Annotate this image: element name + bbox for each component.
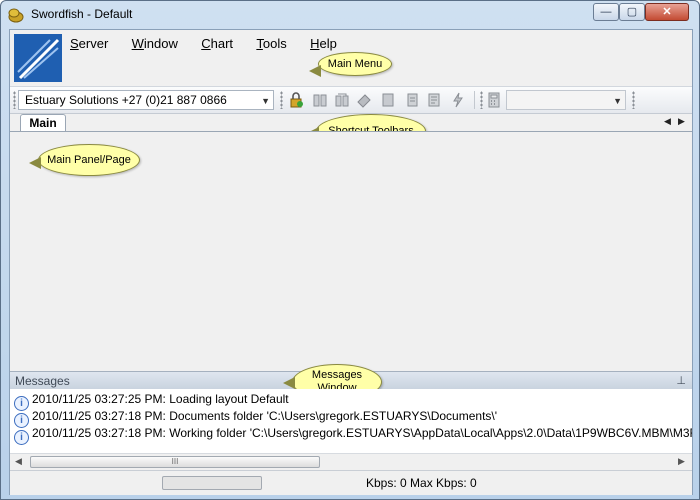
server-select[interactable]: Estuary Solutions +27 (0)21 887 0866 ▼	[18, 90, 274, 110]
document-icon[interactable]	[380, 92, 396, 108]
lock-icon[interactable]	[288, 92, 304, 108]
main-menu-bar: Server Window Chart Tools Help	[70, 36, 357, 56]
swordfish-logo	[14, 34, 62, 82]
shortcut-toolbar: Estuary Solutions +27 (0)21 887 0866 ▼ ▼	[10, 86, 692, 114]
book-stack-icon[interactable]	[334, 92, 350, 108]
tab-main[interactable]: Main	[20, 114, 66, 132]
maximize-button[interactable]: ▢	[619, 3, 645, 21]
secondary-select[interactable]: ▼	[506, 90, 626, 110]
toolbar-grip[interactable]	[13, 91, 16, 109]
list-item: i 2010/11/25 03:27:18 PM: Documents folde…	[14, 408, 497, 428]
swordfish-app-icon	[8, 8, 24, 23]
calculator-icon[interactable]	[486, 92, 502, 108]
menu-tools[interactable]: Tools	[256, 36, 286, 51]
progress-bar	[162, 476, 262, 490]
app-window: Swordfish - Default — ▢ ✕ Server Window …	[0, 0, 700, 500]
callout-main-menu: Main Menu	[309, 52, 392, 77]
menu-server[interactable]: Server	[70, 36, 108, 51]
list-item: i 2010/11/25 03:27:25 PM: Loading layout …	[14, 391, 289, 411]
callout-main-panel: Main Panel/Page	[29, 144, 140, 176]
status-bar: Kbps: 0 Max Kbps: 0	[10, 470, 692, 495]
tab-scroll-left-icon[interactable]: ◀	[664, 116, 671, 127]
toolbar-separator	[474, 91, 475, 109]
menu-chart[interactable]: Chart	[201, 36, 233, 51]
toolbar-grip[interactable]	[632, 91, 635, 109]
chevron-down-icon: ▼	[613, 96, 622, 106]
toolbar-grip[interactable]	[480, 91, 483, 109]
scroll-right-icon[interactable]: ▶	[678, 456, 685, 467]
eraser-icon[interactable]	[356, 92, 372, 108]
client-area: Server Window Chart Tools Help Main Menu…	[9, 29, 693, 495]
scrollbar-thumb[interactable]: III	[30, 456, 320, 468]
list-item: i 2010/11/25 03:27:18 PM: Working folder …	[14, 425, 692, 445]
info-icon: i	[14, 430, 29, 445]
messages-list[interactable]: i 2010/11/25 03:27:25 PM: Loading layout …	[10, 389, 692, 453]
minimize-button[interactable]: —	[593, 3, 619, 21]
menu-help[interactable]: Help	[310, 36, 337, 51]
book-icon[interactable]	[312, 92, 328, 108]
page-icon[interactable]	[404, 92, 420, 108]
chevron-down-icon: ▼	[261, 96, 270, 106]
messages-title: Messages	[15, 374, 70, 388]
pin-icon[interactable]: ⊥	[676, 372, 686, 390]
lightning-icon[interactable]	[450, 92, 466, 108]
toolbar-grip[interactable]	[280, 91, 283, 109]
tab-strip: Main ◀ ▶	[10, 112, 692, 132]
menu-window[interactable]: Window	[132, 36, 178, 51]
kbps-readout: Kbps: 0 Max Kbps: 0	[366, 476, 477, 490]
server-select-value: Estuary Solutions +27 (0)21 887 0866	[25, 93, 227, 107]
tab-scroll-right-icon[interactable]: ▶	[678, 116, 685, 127]
title-bar[interactable]: Swordfish - Default — ▢ ✕	[1, 1, 699, 29]
notes-icon[interactable]	[426, 92, 442, 108]
window-title: Swordfish - Default	[31, 7, 133, 21]
horizontal-scrollbar[interactable]: ◀ III ▶	[10, 453, 692, 470]
scroll-left-icon[interactable]: ◀	[15, 456, 22, 467]
close-button[interactable]: ✕	[645, 3, 689, 21]
